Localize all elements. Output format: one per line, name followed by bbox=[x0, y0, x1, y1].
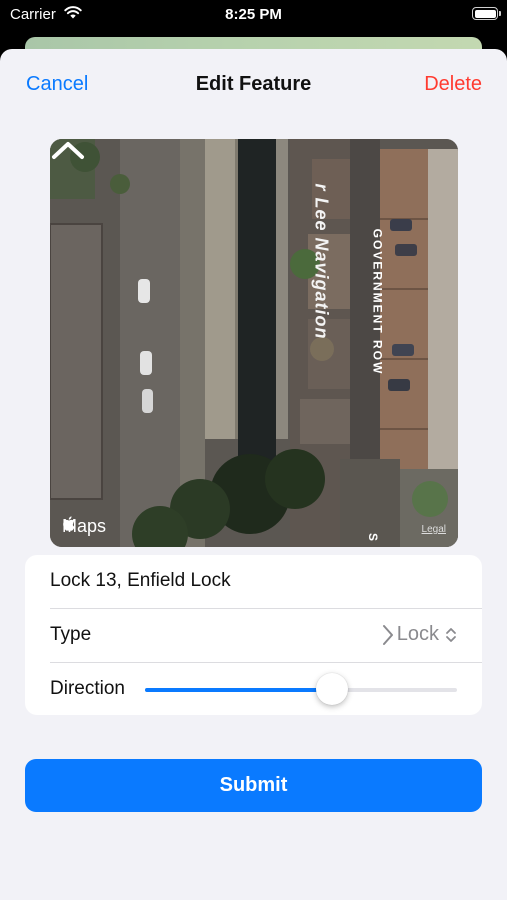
direction-slider[interactable] bbox=[145, 688, 457, 692]
feature-name-field[interactable]: Lock 13, Enfield Lock bbox=[50, 570, 231, 592]
road-label: GOVERNMENT ROW bbox=[370, 228, 385, 376]
chevron-up-icon bbox=[52, 142, 84, 159]
map-imagery bbox=[50, 139, 458, 547]
apple-logo-icon bbox=[63, 516, 75, 531]
legal-link[interactable]: Legal bbox=[422, 524, 446, 535]
type-row[interactable]: Type Lock bbox=[25, 609, 482, 662]
name-row[interactable]: Lock 13, Enfield Lock bbox=[25, 555, 482, 608]
status-bar: Carrier 8:25 PM bbox=[0, 0, 507, 30]
battery-tip bbox=[499, 11, 501, 16]
edit-feature-sheet: Cancel Edit Feature Delete r Lee Navigat… bbox=[0, 49, 507, 900]
type-label: Type bbox=[50, 624, 92, 645]
river-label: r Lee Navigation bbox=[311, 183, 332, 340]
maps-attribution: Maps bbox=[62, 516, 106, 537]
delete-button[interactable]: Delete bbox=[424, 73, 482, 96]
direction-row: Direction bbox=[25, 663, 482, 716]
type-value: Lock bbox=[396, 623, 439, 645]
chevron-right-icon bbox=[382, 624, 393, 645]
status-time: 8:25 PM bbox=[225, 6, 282, 23]
submit-button[interactable]: Submit bbox=[25, 759, 482, 812]
battery-icon bbox=[472, 7, 498, 20]
feature-form: Lock 13, Enfield Lock Type Lock Directio… bbox=[25, 555, 482, 715]
edge-road-label: S bbox=[366, 532, 381, 544]
slider-fill bbox=[145, 688, 333, 692]
satellite-map[interactable]: r Lee Navigation GOVERNMENT ROW S Maps L… bbox=[50, 139, 458, 547]
slider-thumb[interactable] bbox=[316, 673, 349, 705]
direction-label: Direction bbox=[50, 678, 125, 699]
type-picker[interactable]: Lock bbox=[381, 623, 457, 646]
chevron-up-down-icon bbox=[446, 627, 456, 642]
